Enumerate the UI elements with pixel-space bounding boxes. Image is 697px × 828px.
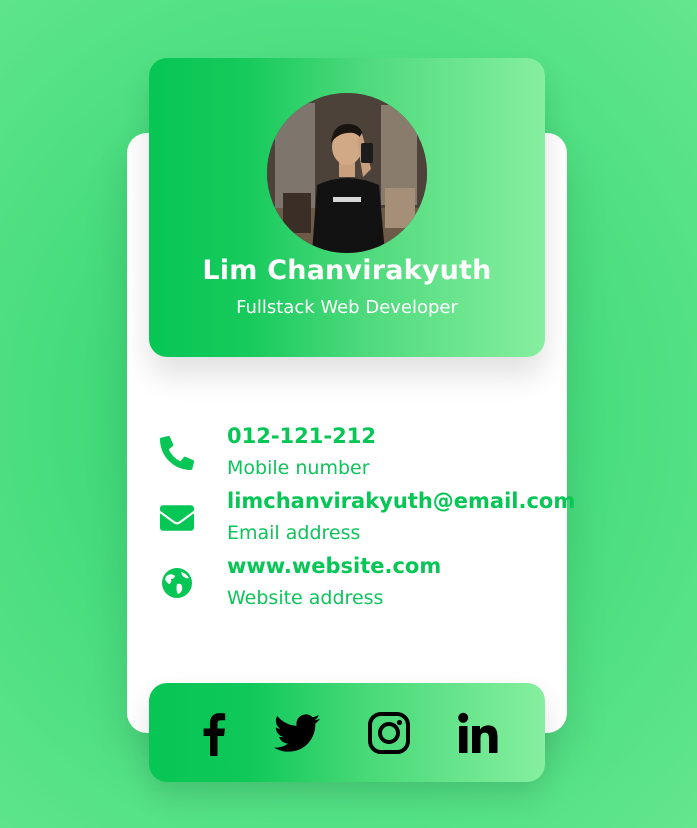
website-label: Website address: [227, 587, 384, 609]
globe-icon: [160, 566, 194, 600]
contact-email[interactable]: limchanvirakyuth@email.com Email address: [160, 489, 575, 561]
envelope-icon: [160, 501, 194, 535]
profile-name: Lim Chanvirakyuth: [202, 255, 492, 286]
avatar: [267, 93, 427, 253]
twitter-icon[interactable]: [274, 710, 320, 756]
avatar-photo: [267, 93, 427, 253]
contact-phone[interactable]: 012-121-212 Mobile number: [160, 424, 560, 496]
website-value: www.website.com: [227, 554, 442, 578]
profile-header: Lim Chanvirakyuth Fullstack Web Develope…: [149, 58, 545, 357]
phone-icon: [160, 436, 194, 470]
email-value: limchanvirakyuth@email.com: [227, 489, 576, 513]
profile-role: Fullstack Web Developer: [236, 297, 458, 318]
phone-value: 012-121-212: [227, 424, 376, 448]
social-bar: [149, 683, 545, 782]
contact-website[interactable]: www.website.com Website address: [160, 554, 560, 626]
email-label: Email address: [227, 522, 361, 544]
instagram-icon[interactable]: [366, 710, 412, 756]
phone-label: Mobile number: [227, 457, 370, 479]
facebook-icon[interactable]: [191, 710, 237, 756]
linkedin-icon[interactable]: [455, 710, 501, 756]
